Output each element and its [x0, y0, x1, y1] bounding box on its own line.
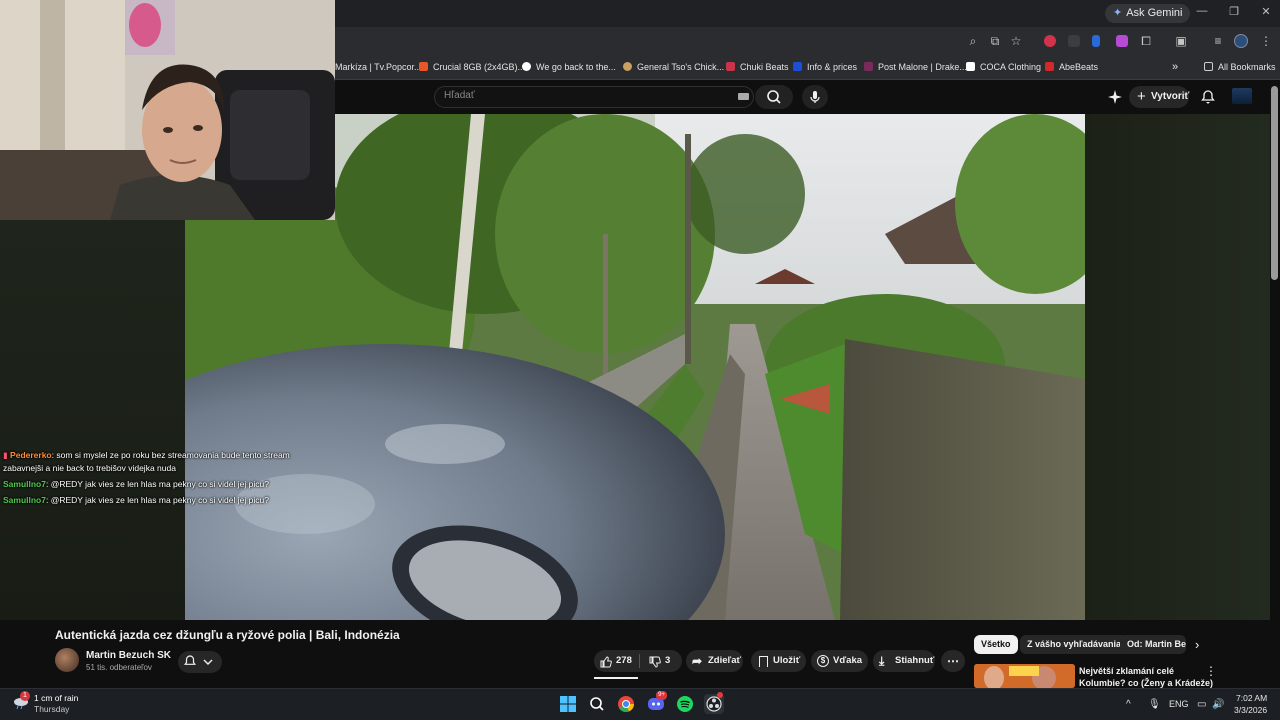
webcam-overlay [0, 0, 335, 220]
reading-list-icon[interactable]: ≡ [1210, 33, 1226, 49]
bookmark-item[interactable]: Post Malone | Drake... [864, 60, 967, 74]
save-button[interactable]: Uložiť [751, 650, 806, 672]
extension-4-icon[interactable] [1116, 35, 1128, 47]
network-icon[interactable]: ▭ [1197, 699, 1206, 710]
bookmark-item[interactable]: AbeBeats [1045, 60, 1098, 74]
thumbs-down-icon [649, 655, 661, 668]
tray-overflow-icon[interactable]: ^ [1126, 699, 1131, 710]
channel-avatar[interactable] [55, 648, 79, 672]
bookmark-item[interactable]: Chuki Beats [726, 60, 789, 74]
bookmark-icon [759, 656, 768, 667]
recommended-video-thumbnail[interactable] [974, 664, 1075, 688]
notifications-bell-icon[interactable] [1200, 89, 1216, 105]
like-button[interactable]: 278 [594, 650, 638, 672]
like-underline [594, 677, 638, 679]
browser-menu-icon[interactable]: ⋮ [1258, 33, 1274, 49]
like-divider [639, 654, 640, 668]
close-window-button[interactable]: ✕ [1256, 5, 1276, 21]
chat-message: ▮ Pedererko: som si myslel ze po roku be… [3, 450, 290, 460]
subscription-bell-button[interactable] [178, 651, 222, 673]
bookmark-item[interactable]: Info & prices [793, 60, 857, 74]
search-icon [767, 90, 781, 104]
ambient-left [0, 220, 185, 620]
chips-next-icon[interactable]: › [1195, 637, 1199, 652]
extension-adblock-icon[interactable] [1044, 35, 1056, 47]
webcam-feed [0, 0, 335, 220]
extension-2-icon[interactable] [1068, 35, 1080, 47]
start-windows-icon[interactable] [558, 694, 578, 714]
bookmark-item[interactable]: General Tso's Chick... [623, 60, 724, 74]
chip-from-search[interactable]: Z vášho vyhľadávania [1020, 635, 1129, 654]
profile-avatar[interactable] [1234, 34, 1248, 48]
input-language[interactable]: ENG [1169, 699, 1189, 709]
bookmark-item[interactable]: COCA Clothing [966, 60, 1041, 74]
download-button[interactable]: ⤓ Stiahnuť [873, 650, 935, 672]
weather-text[interactable]: 1 cm of rain [34, 693, 78, 703]
voice-search-button[interactable] [802, 85, 828, 109]
dislike-button[interactable]: 3 [643, 650, 681, 672]
recommended-video-title[interactable]: Největší zklamání celé Kolumbie? co (Žen… [1079, 665, 1213, 689]
chrome-icon[interactable] [616, 694, 636, 714]
download-icon: ⤓ [879, 654, 885, 668]
microphone-tray-icon[interactable]: 🎙 [1148, 699, 1161, 710]
video-title: Autentická jazda cez džungľu a ryžové po… [55, 628, 400, 642]
super-thanks-icon: $ [817, 655, 829, 667]
chip-from-channel[interactable]: Od: Martin Bez [1120, 635, 1186, 654]
bookmark-item[interactable]: We go back to the... [522, 60, 616, 74]
plus-icon: + [1137, 88, 1146, 105]
search-placeholder: Hľadať [444, 90, 475, 101]
weather-badge: 1 [20, 691, 30, 701]
chat-message-continued: zabavnejši a nie back to trebišov videjk… [3, 463, 176, 473]
gemini-spark-icon: ✦ [1113, 7, 1123, 19]
zoom-icon[interactable]: ⌕ [965, 33, 981, 49]
side-panel-icon[interactable]: ▣ [1173, 33, 1189, 49]
share-button[interactable]: ➦ Zdieľať [686, 650, 743, 672]
page-scrollbar[interactable] [1271, 86, 1278, 280]
bookmarks-overflow-icon[interactable]: » [1172, 60, 1178, 74]
recommendation-menu-icon[interactable]: ⋮ [1205, 664, 1217, 678]
volume-icon[interactable]: 🔊 [1212, 699, 1224, 710]
sparkle-ai-icon[interactable] [1108, 90, 1122, 104]
recording-dot-icon [717, 692, 723, 698]
install-app-icon[interactable]: ⧉ [987, 33, 1003, 49]
chat-message: Samullno7: @REDY jak vies ze len hlas ma… [3, 495, 269, 505]
share-icon: ➦ [692, 654, 703, 668]
minimize-button[interactable]: — [1192, 5, 1212, 21]
extensions-puzzle-icon[interactable]: ⧠ [1138, 33, 1154, 49]
spotify-icon[interactable] [675, 694, 695, 714]
chat-message: Samullno7: @REDY jak vies ze len hlas ma… [3, 479, 269, 489]
discord-badge: 9+ [656, 691, 667, 700]
microphone-icon [810, 91, 820, 103]
search-button[interactable] [755, 85, 793, 109]
bookmark-item[interactable]: Crucial 8GB (2x4GB)... [419, 60, 525, 74]
subscriber-count: 51 tis. odberateľov [86, 663, 152, 672]
all-bookmarks-folder[interactable]: All Bookmarks [1204, 60, 1276, 74]
keyboard-icon[interactable] [738, 93, 749, 100]
chip-all[interactable]: Všetko [974, 635, 1018, 654]
thanks-button[interactable]: $ Vďaka [811, 650, 868, 672]
weather-day: Thursday [34, 704, 70, 714]
search-input[interactable] [434, 86, 754, 108]
clock-time[interactable]: 7:02 AM [1236, 693, 1267, 703]
account-avatar[interactable] [1232, 88, 1252, 104]
ambient-right [1085, 114, 1270, 620]
search-taskbar-icon[interactable] [587, 694, 607, 714]
ask-gemini-button[interactable]: ✦ Ask Gemini [1105, 4, 1191, 23]
bookmark-item[interactable]: Markíza | Tv.Popcor... [335, 60, 422, 74]
windows-taskbar [0, 688, 1280, 720]
thumbs-up-icon [600, 655, 612, 668]
channel-name[interactable]: Martin Bezuch SK [86, 650, 171, 661]
clock-date[interactable]: 3/3/2026 [1234, 705, 1267, 715]
bell-chevron-icon [184, 655, 213, 665]
extension-3-icon[interactable] [1092, 35, 1100, 47]
more-actions-button[interactable]: ⋯ [941, 650, 965, 672]
create-button[interactable]: + Vytvoriť [1129, 86, 1189, 108]
bookmark-star-icon[interactable]: ☆ [1008, 33, 1024, 49]
restore-button[interactable]: ❐ [1224, 5, 1244, 21]
